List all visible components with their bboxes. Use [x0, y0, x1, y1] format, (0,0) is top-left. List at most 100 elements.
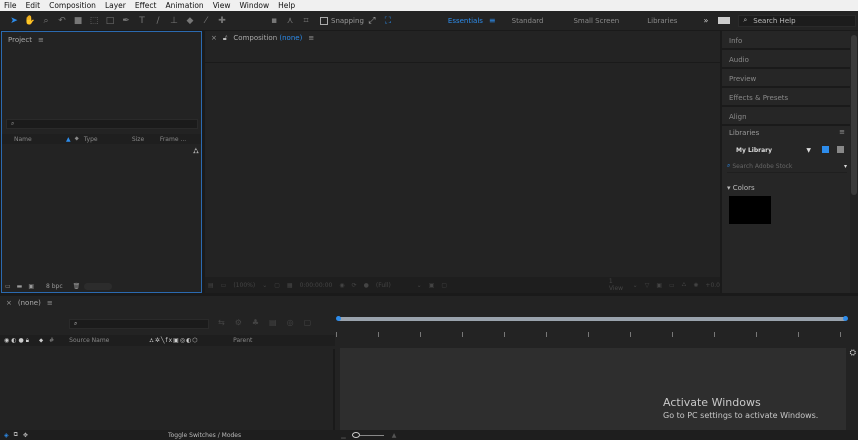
workspace-menu-icon[interactable]: ≡: [489, 16, 496, 25]
draft-3d-icon[interactable]: ⚙: [235, 318, 242, 327]
zoom-slider-track[interactable]: [359, 434, 384, 436]
snap-grid-icon[interactable]: ⛶: [382, 15, 394, 27]
time-ruler[interactable]: [336, 314, 848, 344]
column-size[interactable]: Size: [132, 136, 160, 143]
lock-icon[interactable]: 🔓︎: [223, 34, 228, 59]
grid-icon[interactable]: ▢: [274, 282, 280, 289]
column-parent[interactable]: Parent: [233, 337, 252, 344]
video-icon[interactable]: ◉: [4, 337, 9, 344]
delete-icon[interactable]: 🗑: [73, 283, 81, 290]
selection-tool-icon[interactable]: ➤: [8, 15, 20, 27]
composition-name[interactable]: (none): [279, 34, 302, 42]
zoom-tool-icon[interactable]: ⌕: [40, 15, 52, 27]
flowchart-icon[interactable]: ⛼: [193, 146, 199, 156]
thumbnail-slider[interactable]: [84, 283, 113, 290]
menu-composition[interactable]: Composition: [49, 1, 96, 10]
menu-file[interactable]: File: [4, 1, 17, 10]
search-help-input[interactable]: ⌕ Search Help: [738, 14, 857, 27]
adobe-stock-search-input[interactable]: ⌕ Search Adobe Stock ▾: [727, 160, 847, 173]
align-panel[interactable]: Align: [722, 107, 850, 125]
info-panel[interactable]: Info: [722, 31, 850, 49]
transparency-grid-icon[interactable]: ▢: [441, 282, 601, 289]
frame-blending-icon[interactable]: ▤: [269, 318, 277, 327]
audio-panel[interactable]: Audio: [722, 50, 850, 68]
eraser-tool-icon[interactable]: ◆: [184, 15, 196, 27]
library-dropdown[interactable]: My Library ▼: [728, 145, 814, 155]
lock-icon[interactable]: 🔒︎: [26, 337, 29, 345]
toggle-pixel-icon[interactable]: ▽: [645, 282, 650, 289]
effects-presets-panel[interactable]: Effects & Presets: [722, 88, 850, 106]
sort-ascending-icon[interactable]: ▲: [66, 136, 71, 143]
zoom-dropdown[interactable]: (100%): [233, 282, 255, 289]
more-workspaces-icon[interactable]: »: [703, 16, 708, 25]
local-axis-icon[interactable]: ▪: [268, 15, 280, 27]
column-name[interactable]: Name: [14, 136, 66, 143]
workspace-small-screen[interactable]: Small Screen: [573, 17, 619, 25]
new-composition-icon[interactable]: ▣: [28, 283, 34, 290]
column-type[interactable]: Type: [84, 136, 132, 143]
zoom-in-icon[interactable]: ▲: [392, 432, 397, 439]
monitor-icon[interactable]: ▭: [221, 282, 227, 289]
menu-effect[interactable]: Effect: [135, 1, 157, 10]
label-tag-icon[interactable]: ⬥: [39, 337, 43, 345]
project-search-input[interactable]: ⌕: [6, 119, 198, 129]
resolution-dropdown[interactable]: (Full): [376, 282, 410, 289]
puppet-pin-icon[interactable]: ✚: [216, 15, 228, 27]
transfer-controls-icon[interactable]: ⧉: [14, 431, 18, 439]
rectangle-tool-icon[interactable]: □: [104, 15, 116, 27]
world-axis-icon[interactable]: ⋏: [284, 15, 296, 27]
timeline-search-input[interactable]: ⌕: [69, 319, 209, 329]
magnification-icon[interactable]: ▤: [208, 282, 214, 289]
pan-behind-tool-icon[interactable]: ⬚: [88, 15, 100, 27]
workspace-standard[interactable]: Standard: [512, 17, 544, 25]
panel-menu-icon[interactable]: ≡: [308, 34, 314, 59]
panel-menu-icon[interactable]: ≡: [839, 128, 845, 136]
project-title[interactable]: Project: [8, 36, 32, 44]
roto-brush-icon[interactable]: ⁄: [200, 15, 212, 27]
layer-switches-toggle-icon[interactable]: ◈: [4, 432, 9, 439]
libraries-title[interactable]: Libraries: [729, 129, 759, 137]
chevron-down-icon[interactable]: ⌄: [417, 282, 422, 289]
new-folder-icon[interactable]: ▬: [17, 283, 23, 290]
comp-mini-flowchart-icon[interactable]: ⇆: [218, 318, 225, 327]
sync-settings-icon[interactable]: [718, 17, 731, 24]
toggle-switches-modes-button[interactable]: Toggle Switches / Modes: [168, 432, 241, 439]
audio-icon[interactable]: ◐: [11, 337, 16, 344]
layer-switches-icons[interactable]: ⛼✲╲fx▣◎◐⬡: [149, 337, 233, 345]
composition-title[interactable]: Composition: [233, 34, 277, 42]
workspace-libraries[interactable]: Libraries: [647, 17, 677, 25]
chevron-down-icon[interactable]: ⌄: [262, 282, 267, 289]
panel-menu-icon[interactable]: ≡: [38, 36, 44, 44]
menu-view[interactable]: View: [213, 1, 231, 10]
timecode[interactable]: 0:00:00:00: [300, 282, 333, 289]
reset-exposure-icon[interactable]: ✺: [693, 282, 698, 289]
snapping-checkbox[interactable]: [320, 16, 328, 25]
chevron-down-icon[interactable]: ⌄: [633, 282, 638, 289]
camera-tool-icon[interactable]: ■: [72, 15, 84, 27]
column-source-name[interactable]: Source Name: [69, 337, 149, 344]
snap-icon[interactable]: ⤢: [366, 15, 378, 27]
motion-blur-icon[interactable]: ◎: [287, 318, 294, 327]
shy-icon[interactable]: ♣: [252, 318, 259, 327]
view-axis-icon[interactable]: ⌗: [300, 15, 312, 27]
color-swatch[interactable]: [729, 196, 771, 224]
column-number[interactable]: #: [49, 337, 69, 344]
work-area-bar[interactable]: [338, 317, 846, 321]
menu-animation[interactable]: Animation: [165, 1, 203, 10]
brush-tool-icon[interactable]: /: [152, 15, 164, 27]
menu-window[interactable]: Window: [240, 1, 270, 10]
column-frame[interactable]: Frame ...: [160, 136, 186, 143]
label-tag-icon[interactable]: ⬥: [75, 135, 79, 143]
clone-stamp-icon[interactable]: ⊥: [168, 15, 180, 27]
composition-viewer[interactable]: [205, 63, 720, 277]
interpret-footage-icon[interactable]: ▭: [5, 283, 11, 290]
snapshot-icon[interactable]: ◉: [339, 282, 344, 289]
colors-section-header[interactable]: ▾ Colors: [727, 184, 755, 192]
region-icon[interactable]: ▦: [287, 282, 293, 289]
grid-view-icon[interactable]: [822, 146, 829, 153]
panel-menu-icon[interactable]: ≡: [47, 299, 53, 307]
work-area-end-handle[interactable]: [843, 316, 848, 321]
rotate-tool-icon[interactable]: ↶: [56, 15, 68, 27]
right-panel-scrollbar[interactable]: [850, 31, 858, 293]
views-dropdown[interactable]: 1 View: [609, 278, 626, 292]
